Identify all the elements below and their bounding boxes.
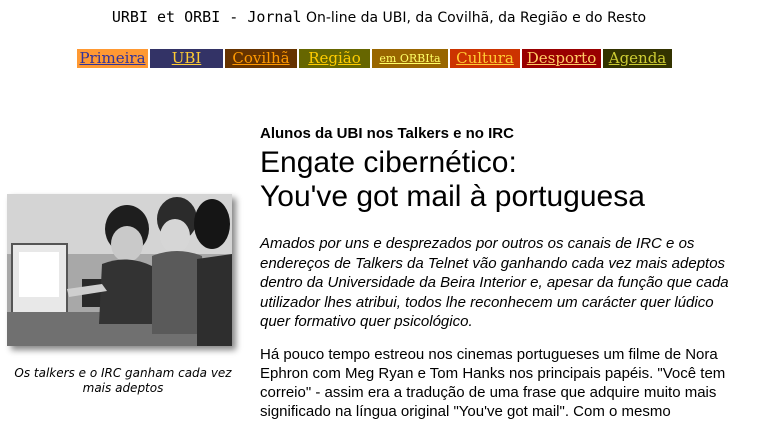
site-brand: URBI et ORBI - Jornal	[111, 8, 302, 26]
masthead: URBI et ORBI - Jornal On-line da UBI, da…	[0, 8, 758, 26]
article-headline: Engate cibernético: You've got mail à po…	[260, 146, 645, 214]
nav-link-em-orbita[interactable]: em ORBIta	[372, 49, 448, 68]
site-tagline: On-line da UBI, da Covilhã, da Região e …	[305, 10, 647, 26]
photo-caption: Os talkers e o IRC ganham cada vez mais …	[14, 366, 232, 395]
nav-link-desporto[interactable]: Desporto	[522, 49, 601, 68]
nav-link-agenda[interactable]: Agenda	[603, 49, 672, 68]
article-lead: Amados por uns e desprezados por outros …	[260, 235, 729, 330]
headline-line-1: Engate cibernético:	[260, 146, 517, 179]
article-kicker: Alunos da UBI nos Talkers e no IRC	[260, 125, 514, 142]
article-photo	[7, 194, 232, 346]
headline-line-2: You've got mail à portuguesa	[260, 180, 645, 213]
nav-link-cultura[interactable]: Cultura	[450, 49, 520, 68]
nav-link-ubi[interactable]: UBI	[150, 49, 223, 68]
main-nav: Primeira UBI Covilhã Região em ORBIta Cultura…	[77, 49, 674, 68]
article-body: Há pouco tempo estreou nos cinemas portu…	[260, 346, 726, 420]
nav-link-covilh-[interactable]: Covilhã	[225, 49, 297, 68]
nav-link-regi-o[interactable]: Região	[299, 49, 370, 68]
nav-link-primeira[interactable]: Primeira	[77, 49, 148, 68]
